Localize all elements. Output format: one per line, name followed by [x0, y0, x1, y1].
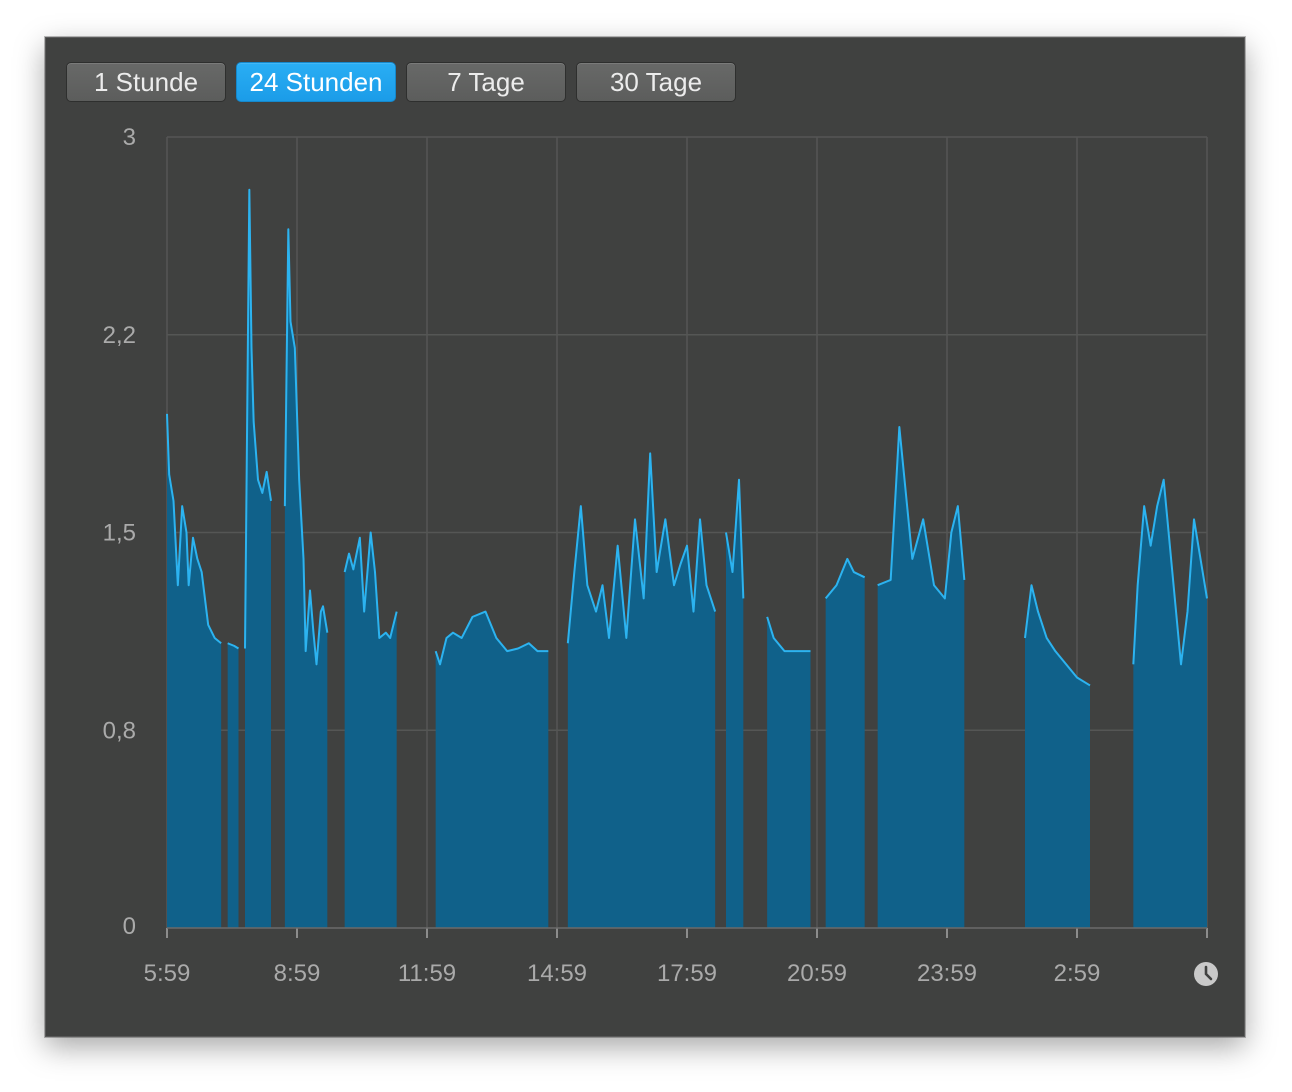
x-tick-label: 8:59 — [274, 960, 321, 987]
area-segment — [344, 532, 397, 928]
x-tick-label: 23:59 — [917, 960, 977, 987]
y-tick-label: 1,5 — [103, 520, 136, 547]
x-tick-label: 2:59 — [1054, 960, 1101, 987]
x-tick-label: 14:59 — [527, 960, 587, 987]
x-tick-label: 20:59 — [787, 960, 847, 987]
x-tick-label: 17:59 — [657, 960, 717, 987]
y-tick-label: 0 — [123, 913, 136, 940]
x-tick-label: 11:59 — [398, 960, 456, 987]
area-segment — [227, 643, 239, 928]
chart-window: 1 Stunde 24 Stunden 7 Tage 30 Tage 0 0,8 1… — [45, 37, 1245, 1037]
area-segment — [167, 413, 222, 929]
area-segment — [567, 453, 716, 928]
y-tick-label: 2,2 — [103, 322, 136, 349]
area-segment — [1025, 585, 1090, 928]
area-segment — [435, 611, 549, 928]
area-segment — [767, 616, 811, 928]
area-segment — [877, 427, 965, 928]
area-chart: 0 0,8 1,5 2,2 3 5:59 8:59 11:59 14:59 17:59 20:59 2… — [103, 124, 1218, 987]
area-segment — [825, 558, 865, 928]
clock-icon[interactable] — [1194, 962, 1218, 986]
y-tick-label: 3 — [123, 124, 136, 151]
x-tick-label: 5:59 — [144, 960, 191, 987]
y-tick-label: 0,8 — [103, 717, 136, 744]
